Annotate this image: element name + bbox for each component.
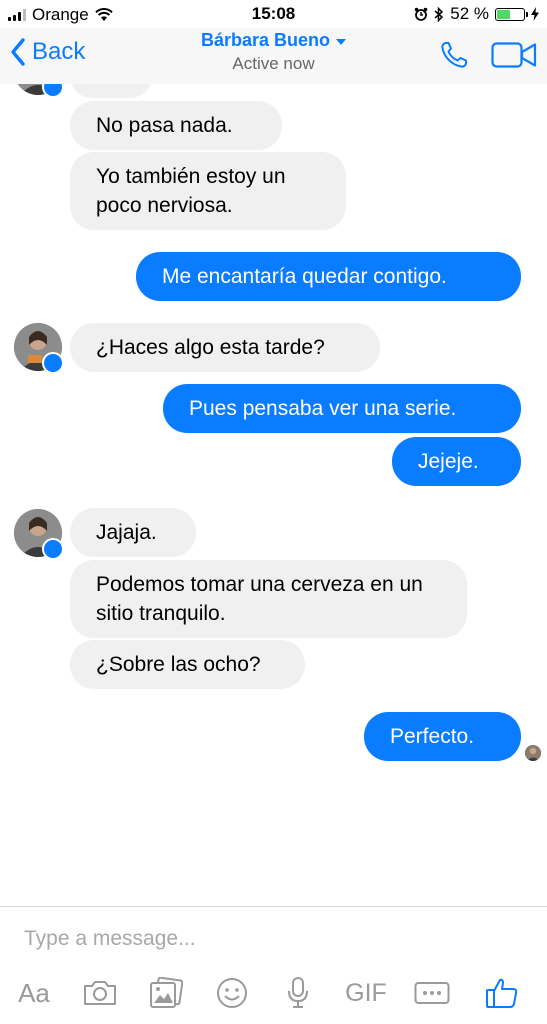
messenger-badge-icon bbox=[42, 352, 64, 374]
more-icon bbox=[414, 982, 450, 1004]
message-outgoing: Me encantaría quedar contigo. bbox=[136, 252, 521, 301]
gif-button[interactable]: GIF bbox=[340, 968, 392, 1018]
read-receipt-avatar bbox=[525, 745, 541, 761]
message-partial bbox=[70, 84, 152, 98]
emoji-button[interactable] bbox=[212, 968, 252, 1018]
status-bar: Orange 15:08 52 % bbox=[0, 0, 547, 28]
bluetooth-icon bbox=[434, 6, 444, 22]
chevron-down-icon bbox=[336, 38, 347, 45]
battery-percent: 52 % bbox=[450, 4, 489, 23]
message-thread[interactable]: No pasa nada. Yo también estoy un poco n… bbox=[0, 84, 547, 906]
composer-divider bbox=[0, 906, 547, 907]
emoji-icon bbox=[217, 978, 247, 1008]
camera-icon bbox=[84, 981, 116, 1005]
gallery-icon bbox=[150, 977, 183, 1008]
message-outgoing: Perfecto. bbox=[364, 712, 521, 761]
video-icon[interactable] bbox=[491, 41, 537, 69]
composer-toolbar: Aa GIF bbox=[0, 968, 547, 1018]
gif-label: GIF bbox=[345, 978, 387, 1007]
alarm-icon bbox=[414, 7, 428, 21]
message-input[interactable]: Type a message... bbox=[24, 927, 196, 951]
camera-button[interactable] bbox=[80, 968, 120, 1018]
battery-icon bbox=[495, 7, 528, 21]
contact-name: Bárbara Bueno bbox=[200, 30, 331, 50]
status-right: 52 % bbox=[414, 4, 539, 24]
message-incoming: ¿Sobre las ocho? bbox=[70, 640, 305, 689]
microphone-icon bbox=[288, 977, 308, 1008]
message-incoming: No pasa nada. bbox=[70, 101, 282, 150]
message-incoming: Podemos tomar una cerveza en un sitio tr… bbox=[70, 560, 467, 638]
messenger-badge-icon bbox=[42, 538, 64, 560]
message-outgoing: Jejeje. bbox=[392, 437, 521, 486]
message-outgoing: Pues pensaba ver una serie. bbox=[163, 384, 521, 433]
thumbs-up-icon bbox=[486, 978, 518, 1008]
like-button[interactable] bbox=[482, 968, 522, 1018]
messenger-badge-icon bbox=[42, 84, 64, 98]
phone-icon[interactable] bbox=[439, 40, 469, 70]
header-actions bbox=[439, 40, 537, 70]
voice-button[interactable] bbox=[280, 968, 316, 1018]
chat-header: Back Bárbara Bueno Active now bbox=[0, 28, 547, 84]
message-incoming: Yo también estoy un poco nerviosa. bbox=[70, 152, 346, 230]
aa-label: Aa bbox=[18, 977, 50, 1008]
message-incoming: ¿Haces algo esta tarde? bbox=[70, 323, 380, 372]
gallery-button[interactable] bbox=[146, 968, 186, 1018]
charging-icon bbox=[531, 7, 539, 21]
more-button[interactable] bbox=[412, 968, 452, 1018]
text-format-button[interactable]: Aa bbox=[12, 968, 56, 1018]
message-incoming: Jajaja. bbox=[70, 508, 196, 557]
battery-fill bbox=[497, 9, 510, 19]
